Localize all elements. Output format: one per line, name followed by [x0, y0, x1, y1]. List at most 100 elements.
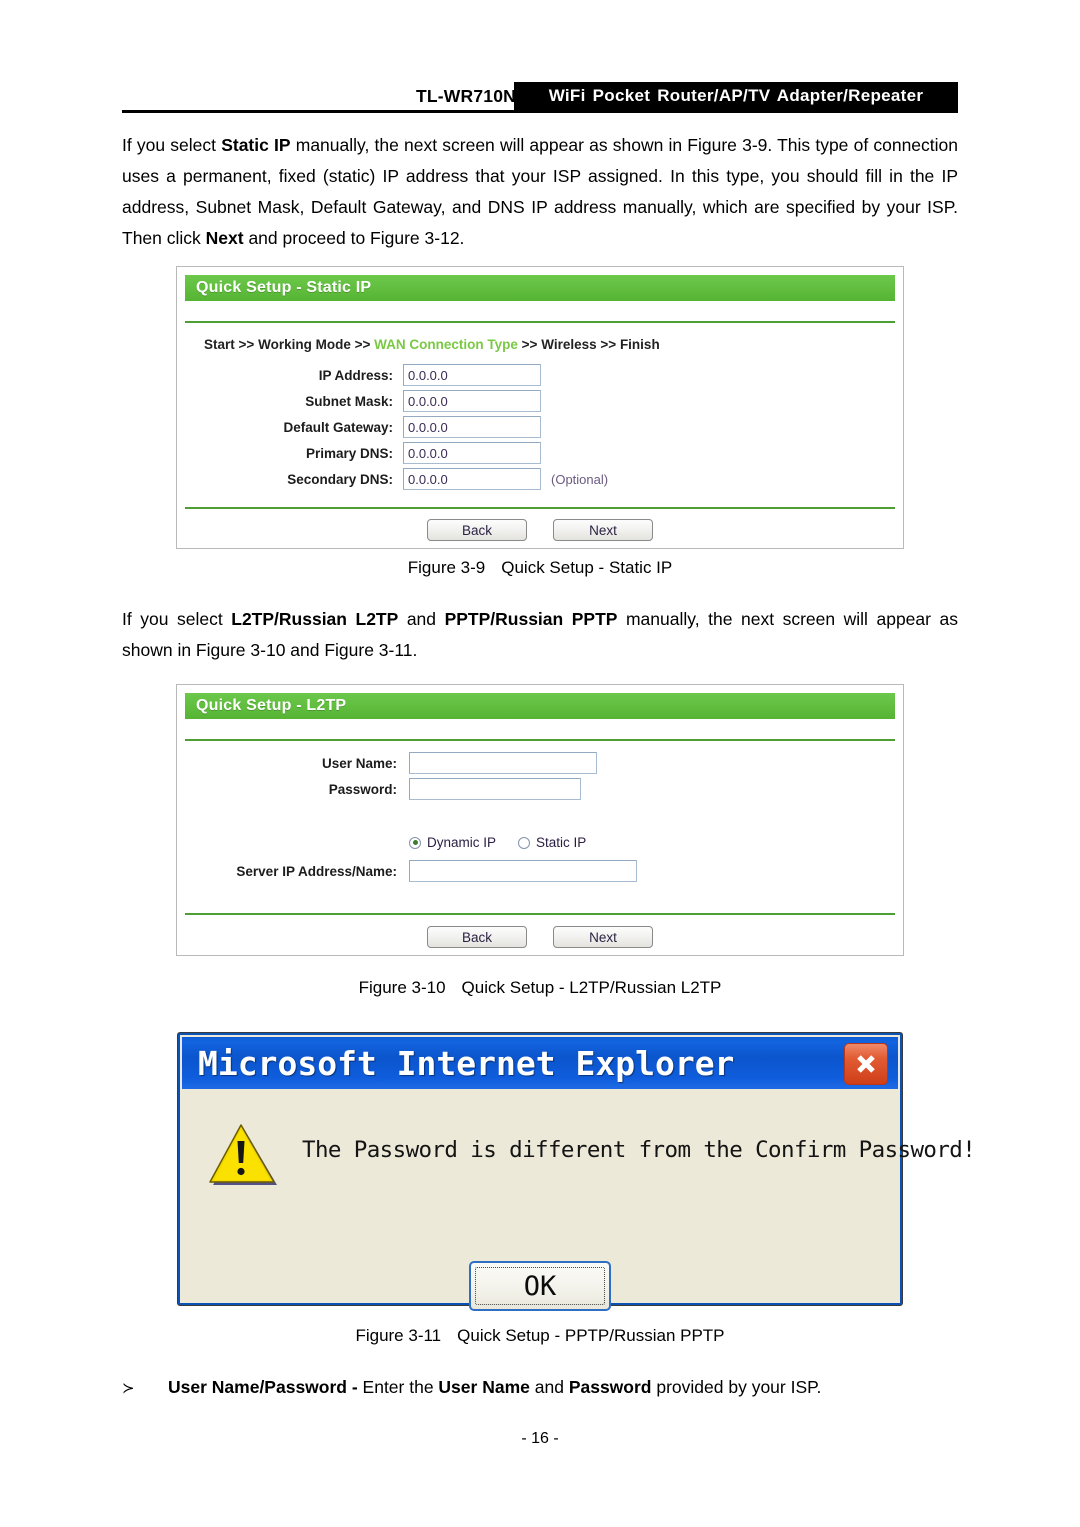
radio-static-ip-icon[interactable]	[518, 836, 531, 849]
bullet-seg1: Enter the	[357, 1377, 439, 1397]
dialog-titlebar: Microsoft Internet Explorer	[182, 1037, 898, 1090]
bullet-bold-user-name: User Name	[438, 1377, 530, 1397]
field-row-secondary-dns: Secondary DNS: 0.0.0.0 (Optional)	[217, 467, 608, 491]
panel-divider-top	[185, 321, 895, 323]
page-number: - 16 -	[521, 1430, 559, 1447]
bullet-seg3: provided by your ISP.	[651, 1377, 822, 1397]
radio-dynamic-ip-icon[interactable]	[409, 836, 421, 849]
p2-seg1: If you select	[122, 609, 232, 629]
breadcrumb-sep-1: >>	[238, 337, 255, 352]
bullet-user-name-password: ≻ User Name/Password - Enter the User Nam…	[122, 1372, 958, 1404]
radio-option-dynamic-ip[interactable]: Dynamic IP	[409, 835, 496, 850]
p1-seg1: If you select	[122, 135, 222, 155]
connection-mode-radio-group: Dynamic IP Static IP	[409, 835, 608, 850]
input-default-gateway[interactable]: 0.0.0.0	[403, 416, 541, 438]
header-model-name: TL-WR710N	[416, 86, 516, 106]
p1-bold-next: Next	[205, 228, 244, 248]
p2-bold-pptp: PPTP/Russian PPTP	[444, 609, 618, 629]
label-user-name: User Name:	[321, 755, 397, 771]
panel-divider-bottom	[185, 507, 895, 509]
next-button[interactable]: Next	[553, 519, 653, 541]
field-row-ip-address: IP Address: 0.0.0.0	[217, 363, 541, 387]
document-page: TL-WR710N WiFi Pocket Router/AP/TV Adapt…	[0, 0, 1080, 1527]
screenshot-quick-setup-l2tp: Quick Setup - L2TP User Name: Password: …	[176, 684, 904, 956]
caption-figure-text-pptp: Quick Setup - PPTP/Russian PPTP	[457, 1326, 725, 1345]
caption-figure-3-9: Figure 3-9 Quick Setup - Static IP	[0, 558, 1080, 578]
back-button-l2tp[interactable]: Back	[427, 926, 527, 948]
input-secondary-dns[interactable]: 0.0.0.0	[403, 468, 541, 490]
setup-breadcrumb: Start >> Working Mode >> WAN Connection …	[204, 337, 660, 352]
input-subnet-mask[interactable]: 0.0.0.0	[403, 390, 541, 412]
dialog-title-text: Microsoft Internet Explorer	[198, 1043, 735, 1083]
p2-bold-l2tp: L2TP/Russian L2TP	[231, 609, 399, 629]
breadcrumb-sep-3: >>	[521, 337, 538, 352]
field-row-subnet-mask: Subnet Mask: 0.0.0.0	[217, 389, 541, 413]
field-row-primary-dns: Primary DNS: 0.0.0.0	[217, 441, 541, 465]
radio-label-static-ip: Static IP	[536, 835, 587, 850]
caption-figure-number-pptp: Figure 3-11	[355, 1326, 442, 1345]
field-row-default-gateway: Default Gateway: 0.0.0.0	[217, 415, 541, 439]
breadcrumb-step-wireless[interactable]: Wireless	[541, 337, 596, 352]
breadcrumb-sep-2: >>	[354, 337, 371, 352]
bullet-seg2: and	[529, 1377, 569, 1397]
paragraph-l2tp-pptp: If you select L2TP/Russian L2TP and PPTP…	[122, 604, 958, 666]
caption-figure-3-11: Figure 3-11 Quick Setup - PPTP/Russian PP…	[0, 1326, 1080, 1346]
document-running-header: TL-WR710N WiFi Pocket Router/AP/TV Adapt…	[122, 82, 958, 114]
breadcrumb-step-working-mode[interactable]: Working Mode	[258, 337, 351, 352]
dialog-message-text: The Password is different from the Confi…	[302, 1137, 976, 1163]
panel-titlebar-static-ip: Quick Setup - Static IP	[185, 275, 895, 301]
input-server-ip-address[interactable]	[409, 860, 637, 882]
input-user-name[interactable]	[409, 752, 597, 774]
dialog-body: The Password is different from the Confi…	[182, 1089, 976, 1311]
input-password[interactable]	[409, 778, 581, 800]
bullet-bold-password: Password	[568, 1377, 652, 1397]
label-server-ip-address: Server IP Address/Name:	[236, 863, 397, 879]
caption-figure-number-l2tp: Figure 3-10	[358, 978, 446, 997]
screenshot-quick-setup-static-ip: Quick Setup - Static IP Start >> Working…	[176, 266, 904, 549]
label-secondary-dns: Secondary DNS:	[287, 471, 393, 487]
input-ip-address[interactable]: 0.0.0.0	[403, 364, 541, 386]
panel-title-text: Quick Setup - Static IP	[196, 279, 372, 296]
note-secondary-dns-optional: (Optional)	[551, 471, 609, 487]
caption-figure-text: Quick Setup - Static IP	[501, 558, 673, 577]
p2-seg2: and	[398, 609, 445, 629]
header-rule	[122, 110, 958, 113]
field-row-user-name: User Name:	[217, 751, 597, 775]
screenshot-ie-alert-dialog: Microsoft Internet Explorer The Password…	[178, 1033, 976, 1311]
dialog-ok-button-wrap: OK	[182, 1261, 898, 1311]
radio-label-dynamic-ip: Dynamic IP	[427, 835, 497, 850]
label-ip-address: IP Address:	[318, 367, 393, 383]
header-product-banner: WiFi Pocket Router/AP/TV Adapter/Repeate…	[514, 82, 958, 110]
panel-divider-top-l2tp	[185, 739, 895, 741]
panel-divider-bottom-l2tp	[185, 913, 895, 915]
bullet-bold-user-name-password: User Name/Password -	[168, 1377, 358, 1397]
p1-seg3: and proceed to Figure 3-12.	[243, 228, 465, 248]
field-row-server-ip-address: Server IP Address/Name:	[217, 859, 637, 883]
input-primary-dns[interactable]: 0.0.0.0	[403, 442, 541, 464]
paragraph-static-ip: If you select Static IP manually, the ne…	[122, 130, 958, 254]
field-row-password: Password:	[217, 777, 581, 801]
panel-button-bar-static-ip: Back Next	[177, 519, 903, 541]
ok-button[interactable]: OK	[469, 1261, 611, 1311]
ok-button-label: OK	[523, 1270, 557, 1302]
breadcrumb-step-start[interactable]: Start	[204, 337, 235, 352]
caption-figure-text-l2tp: Quick Setup - L2TP/Russian L2TP	[461, 978, 722, 997]
p1-bold-static-ip: Static IP	[221, 135, 291, 155]
label-subnet-mask: Subnet Mask:	[305, 393, 393, 409]
panel-title-text-l2tp: Quick Setup - L2TP	[196, 697, 347, 714]
close-x-icon[interactable]	[844, 1043, 888, 1085]
radio-option-static-ip[interactable]: Static IP	[518, 835, 586, 850]
label-primary-dns: Primary DNS:	[305, 445, 393, 461]
label-default-gateway: Default Gateway:	[283, 419, 393, 435]
breadcrumb-step-wan-connection-type[interactable]: WAN Connection Type	[374, 337, 518, 352]
panel-button-bar-l2tp: Back Next	[177, 926, 903, 948]
breadcrumb-step-finish[interactable]: Finish	[620, 337, 660, 352]
next-button-l2tp[interactable]: Next	[553, 926, 653, 948]
caption-figure-number: Figure 3-9	[407, 558, 486, 577]
breadcrumb-sep-4: >>	[600, 337, 617, 352]
panel-titlebar-l2tp: Quick Setup - L2TP	[185, 693, 895, 719]
bullet-marker-icon: ≻	[122, 1380, 135, 1397]
caption-figure-3-10: Figure 3-10 Quick Setup - L2TP/Russian L2…	[0, 978, 1080, 998]
back-button[interactable]: Back	[427, 519, 527, 541]
label-password: Password:	[328, 781, 397, 797]
